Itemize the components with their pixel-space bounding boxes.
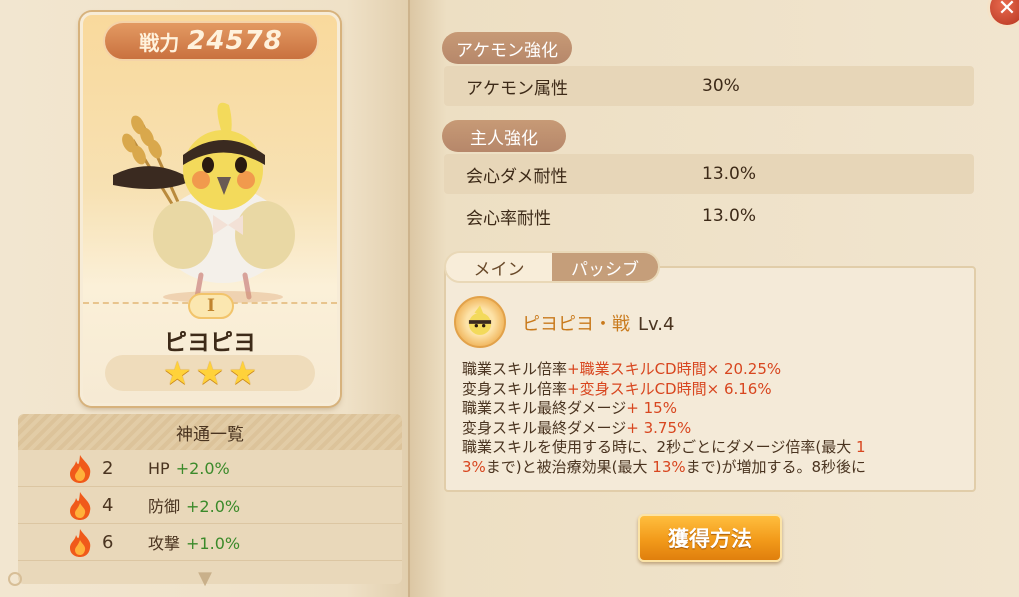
stat-value: 30%: [702, 76, 740, 96]
list-item: 2 HP +2.0%: [18, 450, 402, 487]
star-rating: ★ ★ ★: [105, 355, 315, 391]
pet-name: ピヨピヨ: [164, 330, 256, 356]
pet-card: 戦力 24578 I ピヨピヨ ★ ★ ★: [80, 12, 340, 406]
shintsu-stat: HP +2.0%: [148, 459, 230, 478]
get-method-button[interactable]: 獲得方法: [638, 514, 782, 562]
flame-icon: [70, 455, 91, 483]
skill-line: 変身スキル最終ダメージ+ 3.75%: [462, 419, 962, 439]
stat-label: 攻撃: [148, 534, 181, 553]
skill-line: 職業スキル最終ダメージ+ 15%: [462, 399, 962, 419]
power-banner: 戦力 24578: [103, 21, 319, 61]
skill-level: Lv.4: [638, 314, 675, 335]
skill-line: 変身スキル倍率+変身スキルCD時間× 6.16%: [462, 380, 962, 400]
stat-value: 13.0%: [702, 164, 757, 184]
rank-badge: I: [188, 293, 234, 319]
skill-line-text: 変身スキル最終ダメージ: [462, 418, 627, 437]
skill-description: 職業スキル倍率+職業スキルCD時間× 20.25% 変身スキル倍率+変身スキルC…: [462, 360, 962, 486]
stat-label: アケモン属性: [466, 78, 568, 99]
power-label: 戦力: [139, 30, 180, 55]
flame-icon: [70, 529, 91, 557]
star-icon: ★: [162, 354, 192, 392]
shintsu-level: 6: [102, 531, 114, 553]
star-icon: ★: [195, 354, 225, 392]
skill-line-text: 職業スキル倍率: [462, 360, 568, 378]
corner-ornament: [8, 572, 22, 586]
stat-value: 13.0%: [702, 206, 757, 226]
akemon-section-title: アケモン強化: [442, 32, 572, 64]
tab-passive[interactable]: パッシブ: [552, 253, 658, 281]
skill-line: 職業スキルを使用する時に、2秒ごとにダメージ倍率(最大 1: [462, 438, 962, 458]
stat-label: 防御: [148, 497, 181, 516]
skill-line-text: 職業スキル最終ダメージ: [462, 399, 627, 417]
shintsu-level: 4: [102, 494, 114, 516]
skill-line-value: +職業スキルCD時間× 20.25%: [567, 360, 782, 378]
stat-value: +2.0%: [175, 458, 230, 478]
star-icon: ★: [228, 354, 258, 392]
shintsu-title: 神通一覧: [18, 414, 402, 450]
master-stat-row: 会心率耐性 13.0%: [444, 196, 974, 236]
chevron-down-icon[interactable]: ▼: [190, 568, 220, 589]
skill-line-value: 1: [855, 438, 866, 456]
skill-line-text: 変身スキル倍率: [462, 379, 568, 398]
stat-value: +2.0%: [186, 497, 241, 516]
power-value: 24578: [187, 26, 283, 56]
shintsu-stat: 防御 +2.0%: [148, 493, 240, 517]
skill-line-text: 職業スキルを使用する時に、2秒ごとにダメージ倍率(最大: [462, 438, 856, 456]
flame-icon: [70, 492, 91, 520]
skill-line-text: まで)が増加する。8秒後に: [685, 457, 867, 476]
skill-line-value: + 15%: [626, 399, 677, 417]
skill-tabs: メイン パッシブ: [444, 251, 660, 283]
list-item: 4 防御 +2.0%: [18, 487, 402, 524]
skill-line-value: +変身スキルCD時間× 6.16%: [567, 379, 772, 398]
skill-title: ピヨピヨ・戦 Lv.4: [522, 310, 674, 336]
list-item: 6 攻撃 +1.0%: [18, 524, 402, 561]
shintsu-list: 神通一覧 2 HP +2.0% 4 防御 +2.0% 6 攻撃 +1.0%: [18, 414, 402, 584]
stat-label: 会心率耐性: [466, 208, 551, 229]
skill-line-value: 3%: [462, 457, 486, 476]
skill-line-text: まで)と被治療効果(最大: [485, 457, 653, 476]
pet-illustration: [113, 102, 295, 303]
skill-line: 3%まで)と被治療効果(最大 13%まで)が増加する。8秒後に: [462, 458, 962, 478]
shintsu-level: 2: [102, 457, 114, 479]
stat-value: +1.0%: [186, 534, 241, 553]
skill-line-value: 13%: [652, 457, 686, 476]
skill-name: ピヨピヨ・戦: [522, 314, 630, 335]
akemon-stat-row: アケモン属性 30%: [444, 66, 974, 106]
stat-label: 会心ダメ耐性: [466, 166, 568, 187]
skill-line-value: + 3.75%: [626, 418, 692, 437]
stat-label: HP: [148, 458, 170, 478]
master-stat-row: 会心ダメ耐性 13.0%: [444, 154, 974, 194]
tab-main[interactable]: メイン: [446, 253, 552, 281]
master-section-title: 主人強化: [442, 120, 566, 152]
shintsu-stat: 攻撃 +1.0%: [148, 530, 240, 554]
skill-icon: [454, 296, 506, 348]
skill-line: 職業スキル倍率+職業スキルCD時間× 20.25%: [462, 360, 962, 380]
